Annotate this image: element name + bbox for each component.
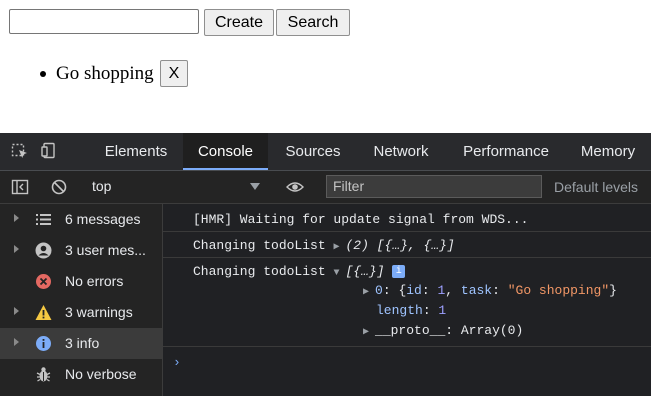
tab-console[interactable]: Console — [183, 133, 268, 170]
log-value: (2) [{…}, {…}] — [345, 238, 455, 253]
object-entry[interactable]: ▶ 0: {id: 1, task: "Go shopping"} — [363, 283, 617, 298]
filter-input[interactable]: Filter — [326, 175, 542, 198]
expand-arrow-icon — [14, 307, 19, 315]
console-message-log[interactable]: Changing todoList ▶ (2) [{…}, {…}] — [193, 238, 455, 253]
info-badge[interactable]: i — [392, 265, 406, 279]
devtools-tabbar: Elements Console Sources Network Perform… — [0, 133, 651, 171]
sidebar-item-label: 6 messages — [65, 211, 141, 227]
create-button[interactable]: Create — [204, 9, 274, 36]
sidebar-item-errors[interactable]: No errors — [0, 266, 162, 297]
bug-icon — [36, 367, 51, 382]
tab-sources[interactable]: Sources — [272, 133, 354, 170]
console-sidebar: 6 messages 3 user mes... No errors 3 war… — [0, 204, 163, 396]
user-icon — [35, 242, 52, 259]
todo-input[interactable] — [9, 9, 199, 34]
task-value: "Go shopping" — [507, 283, 610, 298]
collapse-arrow-icon[interactable]: ▼ — [333, 268, 345, 279]
console-separator — [163, 346, 651, 347]
chevron-down-icon — [250, 183, 260, 190]
sidebar-item-verbose[interactable]: No verbose — [0, 359, 162, 390]
list-icon — [36, 214, 51, 225]
log-text: Changing todoList — [193, 264, 326, 279]
warning-icon — [35, 305, 52, 320]
clear-console-icon[interactable] — [50, 178, 68, 196]
context-label: top — [92, 178, 112, 194]
log-text: Changing todoList — [193, 238, 326, 253]
expand-arrow-icon — [14, 338, 19, 346]
console-message-hmr: [HMR] Waiting for update signal from WDS… — [193, 212, 529, 227]
proto-value: Array(0) — [460, 323, 524, 338]
list-item: Go shopping X — [40, 60, 189, 87]
context-select[interactable]: top — [86, 176, 266, 198]
error-icon — [36, 274, 51, 289]
object-length: length: 1 — [376, 303, 447, 318]
expand-arrow-icon — [14, 214, 19, 222]
bullet-icon — [40, 70, 46, 77]
entry-key: 0 — [375, 283, 383, 298]
proto-key: __proto__ — [375, 323, 446, 338]
task-key: task — [460, 283, 493, 298]
inspect-element-icon[interactable] — [11, 142, 29, 160]
eye-icon[interactable] — [286, 178, 304, 196]
sidebar-item-label: 3 warnings — [65, 304, 133, 320]
console-separator — [163, 231, 651, 232]
tab-performance[interactable]: Performance — [448, 133, 564, 170]
sidebar-item-user-messages[interactable]: 3 user mes... — [0, 235, 162, 266]
tab-network[interactable]: Network — [358, 133, 444, 170]
sidebar-item-messages[interactable]: 6 messages — [0, 204, 162, 235]
console-filterbar: top Filter Default levels — [0, 171, 651, 204]
expand-arrow-icon[interactable]: ▶ — [363, 327, 375, 338]
info-icon — [36, 336, 51, 351]
tab-memory[interactable]: Memory — [568, 133, 648, 170]
console-separator — [163, 257, 651, 258]
devtools-panel: Elements Console Sources Network Perform… — [0, 133, 651, 396]
id-value: 1 — [437, 283, 446, 298]
id-key: id — [406, 283, 422, 298]
sidebar-toggle-icon[interactable] — [11, 178, 29, 196]
todo-list: Go shopping X — [40, 60, 189, 87]
search-button[interactable]: Search — [276, 9, 350, 36]
object-proto[interactable]: ▶ __proto__: Array(0) — [363, 323, 523, 338]
length-key: length — [376, 303, 423, 318]
console-output: [HMR] Waiting for update signal from WDS… — [163, 204, 651, 396]
sidebar-item-warnings[interactable]: 3 warnings — [0, 297, 162, 328]
tab-elements[interactable]: Elements — [90, 133, 182, 170]
expand-arrow-icon[interactable]: ▶ — [363, 287, 375, 298]
sidebar-item-label: No errors — [65, 273, 124, 289]
log-levels-dropdown[interactable]: Default levels — [554, 179, 638, 195]
sidebar-item-info[interactable]: 3 info — [0, 328, 162, 359]
console-message-log-expanded[interactable]: Changing todoList ▼ [{…}] i — [193, 264, 406, 279]
sidebar-item-label: No verbose — [65, 366, 137, 382]
expand-arrow-icon[interactable]: ▶ — [333, 242, 345, 253]
log-value: [{…}] — [345, 264, 385, 279]
device-toolbar-icon[interactable] — [41, 142, 59, 160]
console-prompt[interactable]: › — [173, 355, 181, 370]
expand-arrow-icon — [14, 245, 19, 253]
sidebar-item-label: 3 user mes... — [65, 242, 146, 258]
delete-button[interactable]: X — [159, 60, 189, 87]
length-value: 1 — [438, 303, 447, 318]
sidebar-item-label: 3 info — [65, 335, 100, 351]
todo-task: Go shopping — [56, 62, 154, 84]
